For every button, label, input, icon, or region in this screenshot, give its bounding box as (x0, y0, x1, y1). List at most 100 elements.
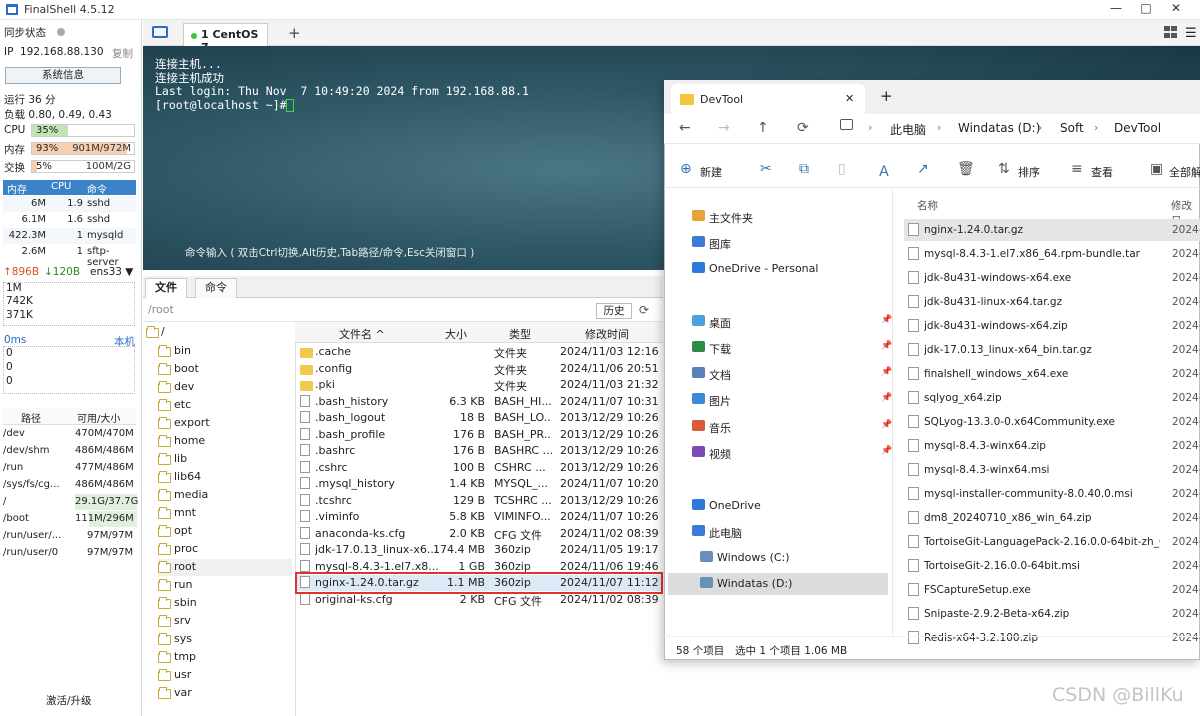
minimize-button[interactable]: — (1106, 1, 1126, 15)
net-interface-select[interactable]: ens33 ▼ (90, 266, 133, 278)
back-arrow-icon[interactable]: ← (679, 120, 691, 136)
command-input-hint[interactable]: 命令输入 ( 双击Ctrl切换,Alt历史,Tab路径/命令,Esc关闭窗口 ) (185, 245, 474, 260)
process-row[interactable]: 6M 1.9 sshd (3, 196, 136, 212)
file-row[interactable]: .pki 文件夹 2024/11/03 21:32 (296, 377, 662, 393)
explorer-file-row[interactable]: TortoiseGit-2.16.0.0-64bit.msi 2024-1 (904, 555, 1200, 577)
file-row[interactable]: .mysql_history 1.4 KB MYSQL_... 2024/11/07 … (296, 476, 662, 492)
extract-all-button[interactable]: 全部解 (1169, 164, 1200, 180)
col-filename[interactable]: 文件名 ^ (339, 326, 385, 342)
breadcrumb-soft[interactable]: Soft (1060, 121, 1084, 135)
tab-commands[interactable]: 命令 (195, 278, 237, 298)
tree-item[interactable]: root (158, 559, 292, 576)
nav-item[interactable]: Windatas (D:) (668, 573, 888, 595)
explorer-tab-close-icon[interactable]: ✕ (845, 92, 854, 105)
sort-button[interactable]: 排序 (1018, 164, 1040, 180)
view-button[interactable]: 查看 (1091, 164, 1113, 180)
explorer-file-row[interactable]: dm8_20240710_x86_win_64.zip 2024-1 (904, 507, 1200, 529)
process-row[interactable]: 2.6M 1 sftp-server (3, 244, 136, 268)
process-row[interactable]: 6.1M 1.6 sshd (3, 212, 136, 228)
col-name[interactable]: 名称 (917, 198, 938, 213)
nav-item[interactable]: 视频 📌 (668, 442, 892, 464)
new-plus-icon[interactable]: ⊕ (680, 161, 692, 177)
nav-item[interactable]: 桌面 📌 (668, 311, 892, 333)
col-size[interactable]: 大小 (445, 326, 467, 342)
explorer-file-row[interactable]: mysql-8.4.3-winx64.zip 2024-1 (904, 435, 1200, 457)
delete-icon[interactable]: 🗑 (957, 161, 975, 177)
fs-row[interactable]: / 29.1G/37.7G (3, 494, 138, 511)
file-row[interactable]: anaconda-ks.cfg 2.0 KB CFG 文件 2024/11/02 08… (296, 526, 662, 542)
copy-icon[interactable]: ⧉ (799, 161, 809, 177)
nav-item[interactable]: 音乐 📌 (668, 416, 892, 438)
monitor-icon[interactable] (840, 119, 853, 130)
fs-col-path[interactable]: 路径 (21, 410, 41, 425)
file-row[interactable]: .cshrc 100 B CSHRC ... 2013/12/29 10:26 (296, 460, 662, 476)
proc-col-mem[interactable]: 内存 (7, 181, 27, 196)
fs-row[interactable]: /run/user/... 97M/97M (3, 528, 136, 545)
rename-icon[interactable]: Ａ (877, 161, 891, 181)
file-row[interactable]: jdk-17.0.13_linux-x6... 174.4 MB 360zip 202… (296, 542, 662, 558)
copy-ip-button[interactable]: 复制 (112, 46, 133, 61)
fs-col-size[interactable]: 可用/大小 (77, 410, 120, 425)
explorer-file-row[interactable]: SQLyog-13.3.0-0.x64Community.exe 2024-1 (904, 411, 1200, 433)
paste-icon[interactable]: ▯ (838, 161, 846, 177)
maximize-button[interactable]: □ (1136, 1, 1156, 15)
fs-row[interactable]: /dev/shm 486M/486M (3, 443, 136, 460)
refresh-icon[interactable]: ⟳ (639, 303, 649, 317)
fs-row[interactable]: /dev 470M/470M (3, 426, 136, 443)
nav-item[interactable]: 主文件夹 (668, 206, 888, 228)
close-button[interactable]: ✕ (1166, 1, 1186, 15)
explorer-file-row[interactable]: nginx-1.24.0.tar.gz 2024-1 (904, 219, 1200, 241)
activate-upgrade-button[interactable]: 激活/升级 (46, 693, 92, 708)
add-tab-button[interactable]: + (288, 24, 301, 42)
file-row[interactable]: .bash_profile 176 B BASH_PR... 2013/12/29 1… (296, 427, 662, 443)
history-button[interactable]: 历史 (596, 303, 632, 319)
breadcrumb-devtool[interactable]: DevTool (1114, 121, 1161, 135)
fs-row[interactable]: /run 477M/486M (3, 460, 136, 477)
proc-col-cpu[interactable]: CPU (51, 181, 71, 192)
menu-icon[interactable]: ☰ (1185, 26, 1197, 41)
nav-item[interactable]: 下载 📌 (668, 337, 892, 359)
up-arrow-icon[interactable]: ↑ (757, 120, 769, 136)
open-folder-icon[interactable] (152, 26, 168, 38)
breadcrumb-this-pc[interactable]: 此电脑 (890, 121, 926, 138)
explorer-file-row[interactable]: TortoiseGit-LanguagePack-2.16.0.0-64bit-… (904, 531, 1200, 553)
explorer-file-row[interactable]: jdk-8u431-windows-x64.zip 2024-1 (904, 315, 1200, 337)
file-row[interactable]: .viminfo 5.8 KB VIMINFO... 2024/11/07 10:26 (296, 509, 662, 525)
tab-centos7[interactable]: 1 CentOS 7 (183, 23, 268, 54)
proc-col-cmd[interactable]: 命令 (87, 181, 107, 196)
explorer-file-row[interactable]: mysql-installer-community-8.0.40.0.msi 20… (904, 483, 1200, 505)
explorer-file-row[interactable]: finalshell_windows_x64.exe 2024-1 (904, 363, 1200, 385)
explorer-file-row[interactable]: mysql-8.4.3-1.el7.x86_64.rpm-bundle.tar 2… (904, 243, 1200, 265)
file-row[interactable]: .cache 文件夹 2024/11/03 12:16 (296, 344, 662, 360)
col-type[interactable]: 类型 (509, 326, 531, 342)
file-row[interactable]: .bashrc 176 B BASHRC ... 2013/12/29 10:26 (296, 443, 662, 459)
layout-grid-icon[interactable] (1164, 26, 1177, 38)
process-row[interactable]: 422.3M 1 mysqld (3, 228, 136, 244)
fs-row[interactable]: /sys/fs/cg... 486M/486M (3, 477, 136, 494)
extract-icon[interactable]: ▣ (1150, 161, 1163, 177)
sort-icon[interactable]: ⇅ (998, 161, 1010, 177)
nav-item[interactable]: 图库 (668, 232, 888, 254)
view-icon[interactable]: ≡ (1071, 161, 1083, 177)
breadcrumb-drive-d[interactable]: Windatas (D:) (958, 121, 1040, 135)
explorer-new-tab-button[interactable]: + (880, 87, 893, 105)
explorer-file-row[interactable]: jdk-8u431-linux-x64.tar.gz 2024-1 (904, 291, 1200, 313)
cut-icon[interactable]: ✂ (760, 161, 772, 177)
explorer-tab-devtool[interactable]: DevTool ✕ (671, 84, 865, 114)
new-button[interactable]: 新建 (700, 164, 722, 180)
explorer-file-row[interactable]: jdk-8u431-windows-x64.exe 2024-1 (904, 267, 1200, 289)
nav-item[interactable]: 此电脑 (668, 521, 888, 543)
explorer-file-row[interactable]: jdk-17.0.13_linux-x64_bin.tar.gz 2024-1 (904, 339, 1200, 361)
file-row[interactable]: .config 文件夹 2024/11/06 20:51 (296, 361, 662, 377)
path-input[interactable]: /root (148, 303, 588, 319)
col-mtime[interactable]: 修改时间 (585, 326, 629, 342)
explorer-file-row[interactable]: FSCaptureSetup.exe 2024-0 (904, 579, 1200, 601)
nav-item[interactable]: 文档 📌 (668, 363, 892, 385)
tab-files[interactable]: 文件 (145, 278, 187, 298)
nav-item[interactable]: 图片 📌 (668, 389, 892, 411)
refresh-icon[interactable]: ⟳ (797, 120, 809, 136)
explorer-file-row[interactable]: Snipaste-2.9.2-Beta-x64.zip 2024-0 (904, 603, 1200, 625)
system-info-button[interactable]: 系统信息 (5, 67, 121, 84)
file-row[interactable]: .bash_history 6.3 KB BASH_HI... 2024/11/07 … (296, 394, 662, 410)
fs-row[interactable]: /boot 111M/296M (3, 511, 137, 528)
